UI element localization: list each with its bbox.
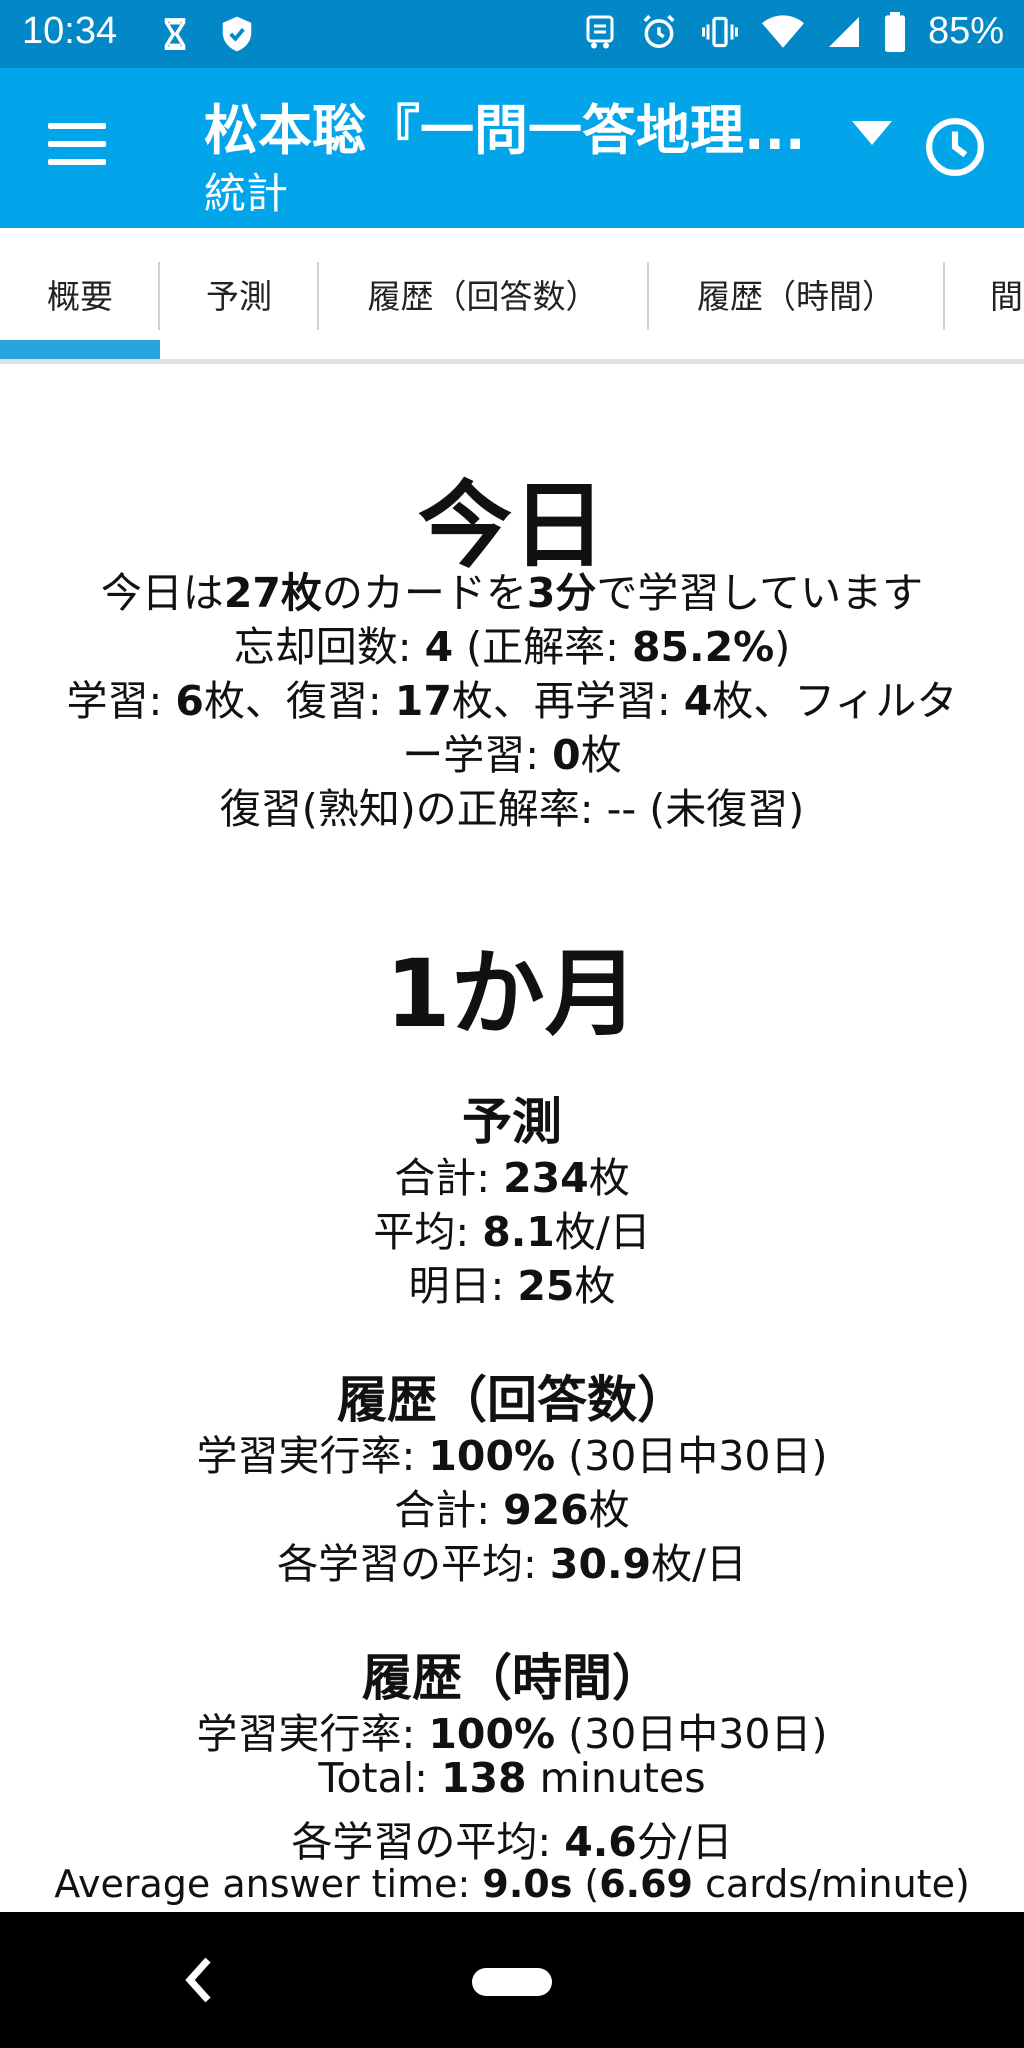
forecast-total: 合計: 234枚 bbox=[394, 1154, 630, 1202]
average-answer-time: Average answer time: 9.0s (6.69 cards/mi… bbox=[54, 1862, 970, 1906]
vibrate-icon bbox=[701, 16, 738, 47]
history-time-rate: 学習実行率: 100% (30日中30日) bbox=[196, 1710, 828, 1758]
today-breakdown: 学習: 6枚、復習: 17枚、再学習: 4枚、フィルタ bbox=[66, 677, 958, 725]
today-filtered: ー学習: 0枚 bbox=[402, 731, 622, 779]
forecast-average: 平均: 8.1枚/日 bbox=[373, 1208, 651, 1256]
tab-history-count[interactable]: 履歴（回答数） bbox=[318, 228, 648, 359]
home-pill-button[interactable] bbox=[472, 1968, 552, 1996]
history-count-total: 合計: 926枚 bbox=[394, 1486, 630, 1534]
system-nav-bar bbox=[0, 1912, 1024, 2048]
selected-tab-indicator bbox=[0, 340, 160, 359]
menu-icon[interactable] bbox=[48, 123, 106, 167]
history-count-rate: 学習実行率: 100% (30日中30日) bbox=[196, 1432, 828, 1480]
app-bar: 松本聡『一問一答地理... 統計 bbox=[0, 68, 1024, 228]
clock-icon[interactable] bbox=[924, 116, 986, 178]
today-lapses: 忘却回数: 4 (正解率: 85.2%) bbox=[233, 623, 791, 671]
hourglass-icon bbox=[164, 18, 186, 50]
back-icon[interactable] bbox=[180, 1952, 220, 2008]
dropdown-triangle-icon[interactable] bbox=[852, 118, 892, 148]
status-bar: 10:34 85% bbox=[0, 0, 1024, 68]
today-summary: 今日は27枚のカードを3分で学習しています bbox=[100, 569, 924, 617]
sim-icon bbox=[586, 15, 614, 48]
stats-tab-bar: 概要 予測 履歴（回答数） 履歴（時間） 間 bbox=[0, 228, 1024, 364]
history-count-average: 各学習の平均: 30.9枚/日 bbox=[277, 1540, 747, 1588]
month-heading: 1か月 bbox=[385, 940, 639, 1049]
stats-content: 今日 今日は27枚のカードを3分で学習しています 忘却回数: 4 (正解率: 8… bbox=[0, 364, 1024, 1912]
battery-text: 85% bbox=[927, 10, 1004, 52]
signal-icon bbox=[828, 16, 859, 47]
history-time-total: Total: 138 minutes bbox=[318, 1754, 706, 1802]
today-mature-rate: 復習(熟知)の正解率: -- (未復習) bbox=[219, 785, 805, 833]
tab-history-time[interactable]: 履歴（時間） bbox=[648, 228, 944, 359]
page-subtitle: 統計 bbox=[204, 169, 289, 218]
tab-forecast[interactable]: 予測 bbox=[160, 228, 318, 359]
deck-title[interactable]: 松本聡『一問一答地理... bbox=[204, 86, 844, 165]
shield-icon bbox=[222, 16, 252, 52]
forecast-tomorrow: 明日: 25枚 bbox=[408, 1262, 616, 1310]
status-time: 10:34 bbox=[22, 10, 118, 52]
battery-icon bbox=[884, 11, 905, 52]
history-time-average: 各学習の平均: 4.6分/日 bbox=[291, 1818, 733, 1866]
tab-interval[interactable]: 間 bbox=[944, 228, 1024, 359]
wifi-icon bbox=[761, 14, 804, 48]
alarm-icon bbox=[643, 14, 675, 48]
